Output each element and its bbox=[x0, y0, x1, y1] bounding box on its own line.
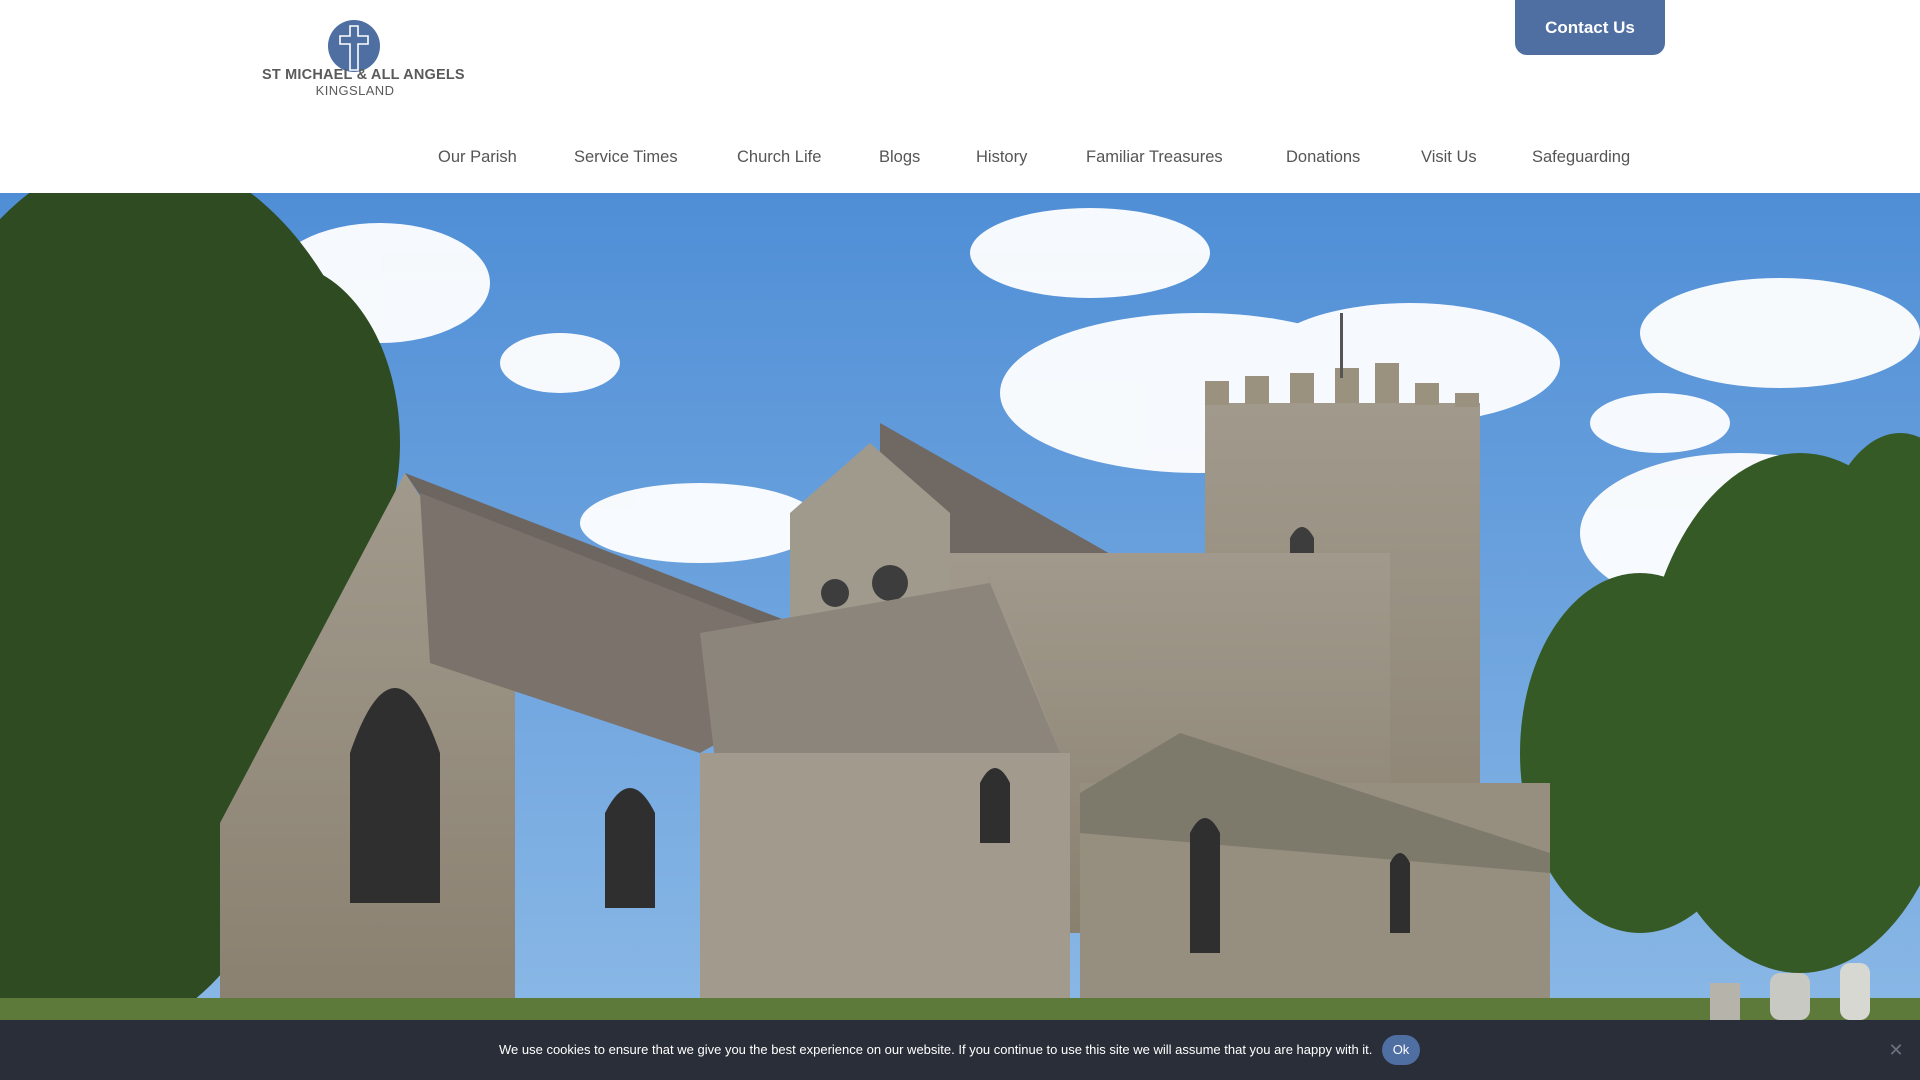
nav-item-our-parish[interactable]: Our Parish bbox=[438, 148, 517, 167]
nav-item-safeguarding[interactable]: Safeguarding bbox=[1532, 148, 1630, 167]
cookie-ok-button[interactable]: Ok bbox=[1382, 1035, 1420, 1065]
cookie-message: We use cookies to ensure that we give yo… bbox=[499, 1042, 1373, 1057]
church-photo-icon bbox=[0, 193, 1920, 1020]
nav-item-blogs[interactable]: Blogs bbox=[879, 148, 920, 167]
nav-item-history[interactable]: History bbox=[976, 148, 1027, 167]
close-icon[interactable]: ✕ bbox=[1886, 1040, 1906, 1060]
site-header: ST MICHAEL & ALL ANGELS KINGSLAND Contac… bbox=[0, 0, 1920, 193]
site-logo[interactable]: ST MICHAEL & ALL ANGELS KINGSLAND bbox=[262, 20, 465, 100]
nav-item-familiar-treasures[interactable]: Familiar Treasures bbox=[1086, 148, 1223, 167]
logo-location: KINGSLAND bbox=[315, 83, 395, 98]
hero-image bbox=[0, 193, 1920, 1020]
contact-us-button[interactable]: Contact Us bbox=[1515, 0, 1665, 55]
nav-item-visit-us[interactable]: Visit Us bbox=[1421, 148, 1477, 167]
nav-item-donations[interactable]: Donations bbox=[1286, 148, 1360, 167]
main-nav: Our Parish Service Times Church Life Blo… bbox=[0, 148, 1920, 176]
cookie-banner: We use cookies to ensure that we give yo… bbox=[0, 1020, 1920, 1080]
nav-item-church-life[interactable]: Church Life bbox=[737, 148, 821, 167]
nav-item-service-times[interactable]: Service Times bbox=[574, 148, 678, 167]
logo-name: ST MICHAEL & ALL ANGELS bbox=[262, 67, 465, 83]
cross-icon bbox=[328, 20, 380, 72]
